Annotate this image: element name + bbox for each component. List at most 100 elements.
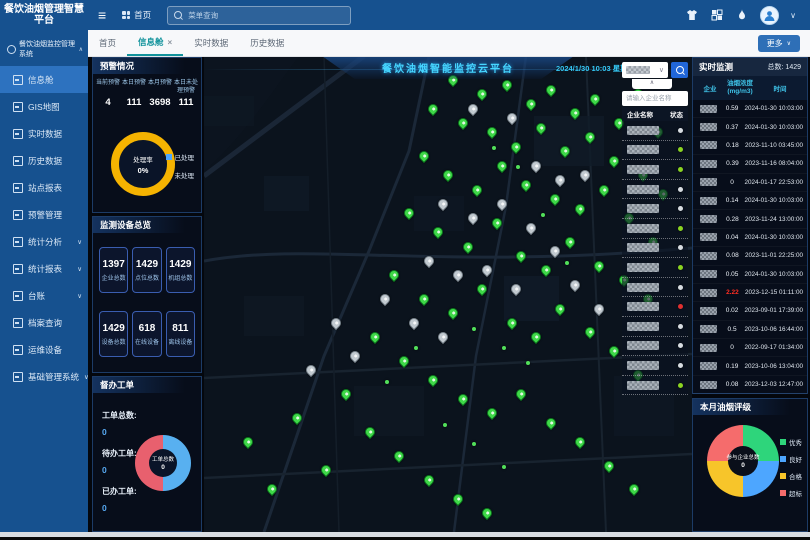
tab-实时数据[interactable]: 实时数据	[183, 30, 239, 56]
map-dot-marker[interactable]	[502, 465, 506, 469]
map-dot-marker[interactable]	[472, 327, 476, 331]
map-pin-green[interactable]	[441, 168, 455, 182]
map-pin-green[interactable]	[563, 235, 577, 249]
map-pin-gray[interactable]	[568, 278, 582, 292]
map-pin-green[interactable]	[451, 492, 465, 506]
company-list-row[interactable]	[622, 297, 688, 317]
map-pin-green[interactable]	[509, 140, 523, 154]
map-pin-green[interactable]	[524, 97, 538, 111]
company-search-button[interactable]	[671, 62, 688, 78]
map-pin-green[interactable]	[626, 482, 640, 496]
company-list-row[interactable]	[622, 356, 688, 376]
map-pin-green[interactable]	[241, 435, 255, 449]
map-pin-green[interactable]	[592, 259, 606, 273]
map-pin-green[interactable]	[607, 344, 621, 358]
flame-icon[interactable]	[735, 8, 749, 22]
sidebar-item-device-ops[interactable]: 运维设备	[0, 336, 88, 363]
map-pin-gray[interactable]	[480, 263, 494, 277]
company-list-row[interactable]	[622, 141, 688, 161]
breadcrumb[interactable]: 首页	[122, 9, 151, 21]
sidebar-item-system[interactable]: 基础管理系统∨	[0, 363, 88, 390]
map-dot-marker[interactable]	[516, 165, 520, 169]
map-pin-green[interactable]	[573, 435, 587, 449]
map-pin-green[interactable]	[490, 216, 504, 230]
map-pin-gray[interactable]	[504, 111, 518, 125]
map-pin-green[interactable]	[363, 425, 377, 439]
map-pin-green[interactable]	[417, 292, 431, 306]
chevron-down-icon[interactable]: ∨	[790, 11, 796, 20]
map-dot-marker[interactable]	[443, 423, 447, 427]
map-pin-green[interactable]	[544, 82, 558, 96]
menu-search-input[interactable]	[186, 10, 344, 21]
map-pin-green[interactable]	[602, 459, 616, 473]
company-list-row[interactable]	[622, 199, 688, 219]
map-pin-gray[interactable]	[348, 349, 362, 363]
map-pin-gray[interactable]	[524, 221, 538, 235]
map-dot-marker[interactable]	[492, 146, 496, 150]
map-pin-green[interactable]	[558, 144, 572, 158]
map-pin-green[interactable]	[504, 316, 518, 330]
map-pin-green[interactable]	[500, 78, 514, 92]
map-pin-green[interactable]	[461, 240, 475, 254]
map[interactable]: 餐饮油烟智能监控云平台 2024/1/30 10:03 星期二	[204, 56, 692, 532]
layout-icon[interactable]	[710, 8, 724, 22]
map-pin-green[interactable]	[446, 306, 460, 320]
map-pin-gray[interactable]	[436, 197, 450, 211]
map-pin-green[interactable]	[485, 406, 499, 420]
company-name-input[interactable]	[622, 91, 688, 106]
map-pin-green[interactable]	[553, 301, 567, 315]
map-pin-green[interactable]	[573, 201, 587, 215]
company-list-row[interactable]	[622, 121, 688, 141]
sidebar-item-map[interactable]: GIS地图	[0, 93, 88, 120]
company-list-row[interactable]	[622, 160, 688, 180]
company-list-row[interactable]	[622, 239, 688, 259]
map-pin-green[interactable]	[597, 182, 611, 196]
sidebar-item-ledger[interactable]: 台账∨	[0, 282, 88, 309]
map-pin-green[interactable]	[422, 473, 436, 487]
sidebar-item-archive[interactable]: 档案查询	[0, 309, 88, 336]
map-pin-green[interactable]	[514, 387, 528, 401]
map-pin-green[interactable]	[568, 106, 582, 120]
company-list-row[interactable]	[622, 317, 688, 337]
map-pin-green[interactable]	[368, 330, 382, 344]
sidebar-item-realtime[interactable]: 实时数据	[0, 120, 88, 147]
map-dot-marker[interactable]	[565, 261, 569, 265]
map-dot-marker[interactable]	[472, 442, 476, 446]
map-pin-gray[interactable]	[553, 173, 567, 187]
map-pin-gray[interactable]	[422, 254, 436, 268]
map-pin-green[interactable]	[426, 102, 440, 116]
map-pin-green[interactable]	[548, 192, 562, 206]
map-pin-green[interactable]	[470, 182, 484, 196]
map-pin-gray[interactable]	[378, 292, 392, 306]
sidebar-item-history[interactable]: 历史数据	[0, 147, 88, 174]
map-pin-gray[interactable]	[304, 363, 318, 377]
map-dot-marker[interactable]	[502, 346, 506, 350]
map-pin-green[interactable]	[290, 411, 304, 425]
map-pin-green[interactable]	[426, 373, 440, 387]
tab-首页[interactable]: 首页	[88, 30, 127, 56]
map-pin-green[interactable]	[397, 354, 411, 368]
company-list-row[interactable]	[622, 337, 688, 357]
map-pin-green[interactable]	[265, 482, 279, 496]
sidebar-item-site-report[interactable]: 站点报表	[0, 174, 88, 201]
more-button[interactable]: 更多 ∨	[758, 35, 800, 52]
map-pin-gray[interactable]	[436, 330, 450, 344]
map-pin-green[interactable]	[417, 149, 431, 163]
sidebar-item-report[interactable]: 统计报表∨	[0, 255, 88, 282]
map-pin-gray[interactable]	[495, 197, 509, 211]
map-pin-gray[interactable]	[509, 282, 523, 296]
map-pin-green[interactable]	[485, 125, 499, 139]
sidebar-item-dashboard[interactable]: 信息舱	[0, 66, 88, 93]
map-pin-green[interactable]	[387, 268, 401, 282]
map-pin-green[interactable]	[583, 130, 597, 144]
company-select[interactable]: ∨	[622, 62, 668, 78]
sidebar-item-analysis[interactable]: 统计分析∨	[0, 228, 88, 255]
map-pin-green[interactable]	[456, 392, 470, 406]
company-list-row[interactable]	[622, 278, 688, 298]
map-pin-green[interactable]	[519, 178, 533, 192]
map-pin-gray[interactable]	[578, 168, 592, 182]
collapse-tab[interactable]: ∧	[632, 79, 672, 89]
map-dot-marker[interactable]	[385, 380, 389, 384]
map-pin-gray[interactable]	[548, 244, 562, 258]
sidebar-section[interactable]: 餐饮油烟监控管理系统 ∧	[0, 30, 88, 66]
